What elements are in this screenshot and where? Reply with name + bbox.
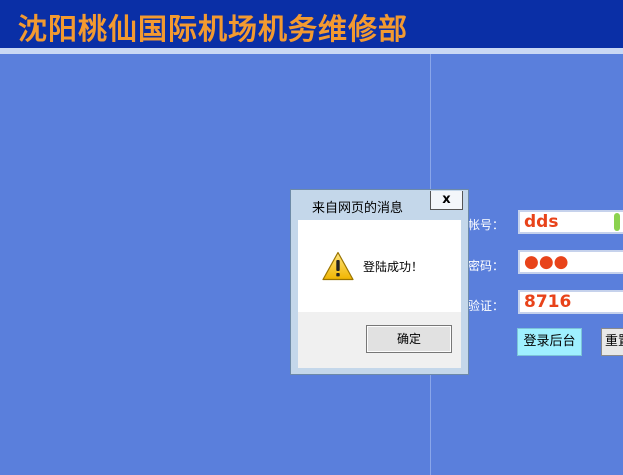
password-value: ●●● — [524, 252, 569, 272]
password-input[interactable]: ●●● — [518, 250, 623, 274]
close-icon[interactable]: x — [430, 191, 463, 210]
ok-button[interactable]: 确定 — [366, 325, 452, 353]
captcha-input[interactable]: 8716 — [518, 290, 623, 314]
login-button[interactable]: 登录后台 — [517, 328, 582, 356]
dialog-title: 来自网页的消息 — [312, 201, 404, 216]
captcha-label: 验证： — [468, 299, 505, 313]
alert-dialog: 来自网页的消息 x 登陆成功！ 确定 — [290, 189, 469, 375]
header-divider — [0, 48, 623, 54]
password-label: 密码： — [468, 259, 505, 273]
page-title: 沈阳桃仙国际机场机务维修部 — [18, 12, 409, 46]
account-input[interactable]: dds — [518, 210, 623, 234]
captcha-value: 8716 — [524, 292, 572, 312]
dialog-body: 登陆成功！ 确定 — [298, 220, 461, 368]
account-value: dds — [524, 212, 559, 232]
page-header: 沈阳桃仙国际机场机务维修部 — [0, 0, 623, 48]
input-autofill-marker — [614, 213, 620, 231]
reset-button[interactable]: 重置 — [601, 328, 623, 356]
warning-icon — [322, 251, 354, 281]
dialog-message-area: 登陆成功！ — [298, 220, 461, 312]
account-label: 帐号： — [468, 218, 505, 232]
dialog-message: 登陆成功！ — [363, 260, 424, 274]
